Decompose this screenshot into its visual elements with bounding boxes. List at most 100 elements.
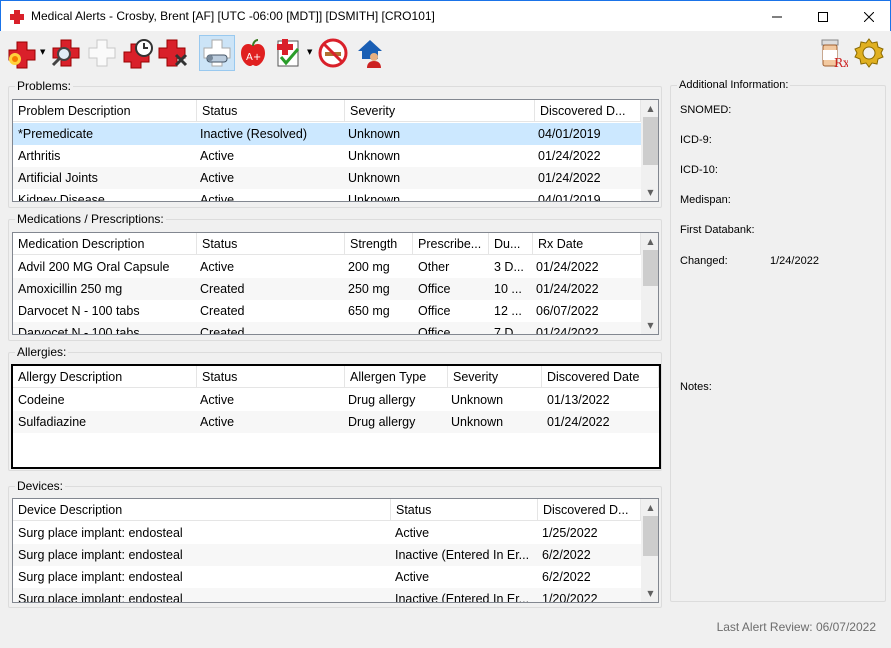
column-header[interactable]: Prescribe... [413,233,489,255]
table-cell: Surg place implant: endosteal [18,570,183,584]
table-row[interactable]: Surg place implant: endosteal Active 1/2… [13,522,641,544]
delete-alert-button[interactable] [156,35,192,71]
column-header[interactable]: Status [197,233,345,255]
table-cell: Created [200,282,245,296]
column-header[interactable]: Du... [489,233,533,255]
column-header[interactable]: Discovered D... [538,499,641,521]
prescription-button[interactable]: Rx [814,35,850,71]
column-header[interactable]: Discovered Date [542,366,659,388]
history-alert-button[interactable] [120,35,156,71]
table-cell: Unknown [348,171,401,185]
device-button[interactable] [199,35,235,71]
table-cell: Unknown [451,393,504,407]
table-row[interactable]: Surg place implant: endosteal Inactive (… [13,588,641,603]
scroll-thumb[interactable] [643,516,658,556]
column-header[interactable]: Allergy Description [13,366,197,388]
column-header[interactable]: Status [391,499,538,521]
snomed-label: SNOMED: [680,104,732,116]
table-cell: Surg place implant: endosteal [18,526,183,540]
scroll-thumb[interactable] [643,250,658,286]
checklist-dropdown-icon[interactable]: ▼ [307,48,312,56]
column-header[interactable]: Rx Date [533,233,641,255]
table-cell: Surg place implant: endosteal [18,592,183,603]
home-user-button[interactable] [352,35,388,71]
devices-legend: Devices: [17,479,64,493]
new-alert-dropdown-icon[interactable]: ▼ [40,48,45,56]
column-header[interactable]: Problem Description [13,100,197,122]
table-row[interactable]: Surg place implant: endosteal Inactive (… [13,544,641,566]
history-alert-icon [123,39,153,69]
blank-cross-button[interactable] [84,35,120,71]
problems-legend: Problems: [17,79,72,93]
vertical-scrollbar[interactable]: ▲ ▼ [641,100,658,201]
table-cell: 1/20/2022 [542,592,598,603]
column-header[interactable]: Strength [345,233,413,255]
no-smoking-button[interactable] [315,35,351,71]
table-row[interactable]: Codeine Active Drug allergy Unknown 01/1… [13,389,659,411]
svg-text:Rx: Rx [834,56,848,69]
search-alert-button[interactable] [48,35,84,71]
table-cell: Unknown [348,127,401,141]
column-header[interactable]: Status [197,100,345,122]
new-alert-button[interactable] [4,35,40,71]
title-bar: Medical Alerts - Crosby, Brent [AF] [UTC… [0,0,891,31]
table-cell: Office [418,304,451,318]
checklist-icon [277,39,300,67]
table-cell: Active [200,149,235,163]
column-header[interactable]: Allergen Type [345,366,448,388]
table-cell: 6/2/2022 [542,548,591,562]
settings-button[interactable] [851,35,887,71]
table-row[interactable]: Artificial Joints Active Unknown 01/24/2… [13,167,641,189]
table-cell: Inactive (Entered In Er... [395,548,530,562]
column-header[interactable]: Medication Description [13,233,197,255]
table-cell: Created [200,326,245,335]
minimize-button[interactable] [754,1,800,32]
table-cell: Drug allergy [348,415,416,429]
table-cell: Unknown [348,193,401,202]
table-row[interactable]: Darvocet N - 100 tabs Created 650 mg Off… [13,300,641,322]
column-header[interactable]: Severity [448,366,542,388]
table-cell: *Premedicate [18,127,94,141]
table-row[interactable]: Advil 200 MG Oral Capsule Active 200 mg … [13,256,641,278]
table-cell: Active [200,171,235,185]
table-row[interactable]: Sulfadiazine Active Drug allergy Unknown… [13,411,659,433]
vertical-scrollbar[interactable]: ▲ ▼ [641,499,658,602]
scroll-up-icon[interactable]: ▲ [642,499,658,516]
table-row[interactable]: Darvocet N - 100 tabs Created Office 7 D… [13,322,641,335]
scroll-up-icon[interactable]: ▲ [642,233,658,250]
table-row[interactable]: Kidney Disease Active Unknown 04/01/2019 [13,189,641,202]
table-row[interactable]: Surg place implant: endosteal Active 6/2… [13,566,641,588]
column-header[interactable]: Severity [345,100,535,122]
blank-cross-icon [88,39,116,67]
table-cell: 650 mg [348,304,390,318]
scroll-thumb[interactable] [643,117,658,165]
table-row[interactable]: *Premedicate Inactive (Resolved) Unknown… [13,123,641,145]
vertical-scrollbar[interactable]: ▲ ▼ [641,233,658,334]
checklist-button[interactable] [271,35,307,71]
table-cell: 06/07/2022 [536,304,599,318]
window-title: Medical Alerts - Crosby, Brent [AF] [UTC… [31,9,435,23]
minimize-icon [772,16,782,17]
medical-cross-icon [10,10,24,24]
scroll-down-icon[interactable]: ▼ [642,317,658,334]
allergy-apple-icon: A+ [241,39,265,66]
table-cell: Artificial Joints [18,171,98,185]
maximize-button[interactable] [800,1,846,32]
table-row[interactable]: Amoxicillin 250 mg Created 250 mg Office… [13,278,641,300]
column-header[interactable]: Device Description [13,499,391,521]
table-cell: 7 D... [494,326,524,335]
table-row[interactable]: Arthritis Active Unknown 01/24/2022 [13,145,641,167]
table-cell: 12 ... [494,304,522,318]
column-header[interactable]: Status [197,366,345,388]
table-cell: Darvocet N - 100 tabs [18,304,140,318]
scroll-up-icon[interactable]: ▲ [642,100,658,117]
scroll-down-icon[interactable]: ▼ [642,585,658,602]
column-header[interactable]: Discovered D... [535,100,641,122]
table-cell: Arthritis [18,149,61,163]
table-cell: 01/24/2022 [538,149,601,163]
table-cell: Office [418,282,451,296]
allergy-button[interactable]: A+ [235,35,271,71]
table-cell: 01/13/2022 [547,393,610,407]
close-button[interactable] [846,1,891,32]
scroll-down-icon[interactable]: ▼ [642,184,658,201]
